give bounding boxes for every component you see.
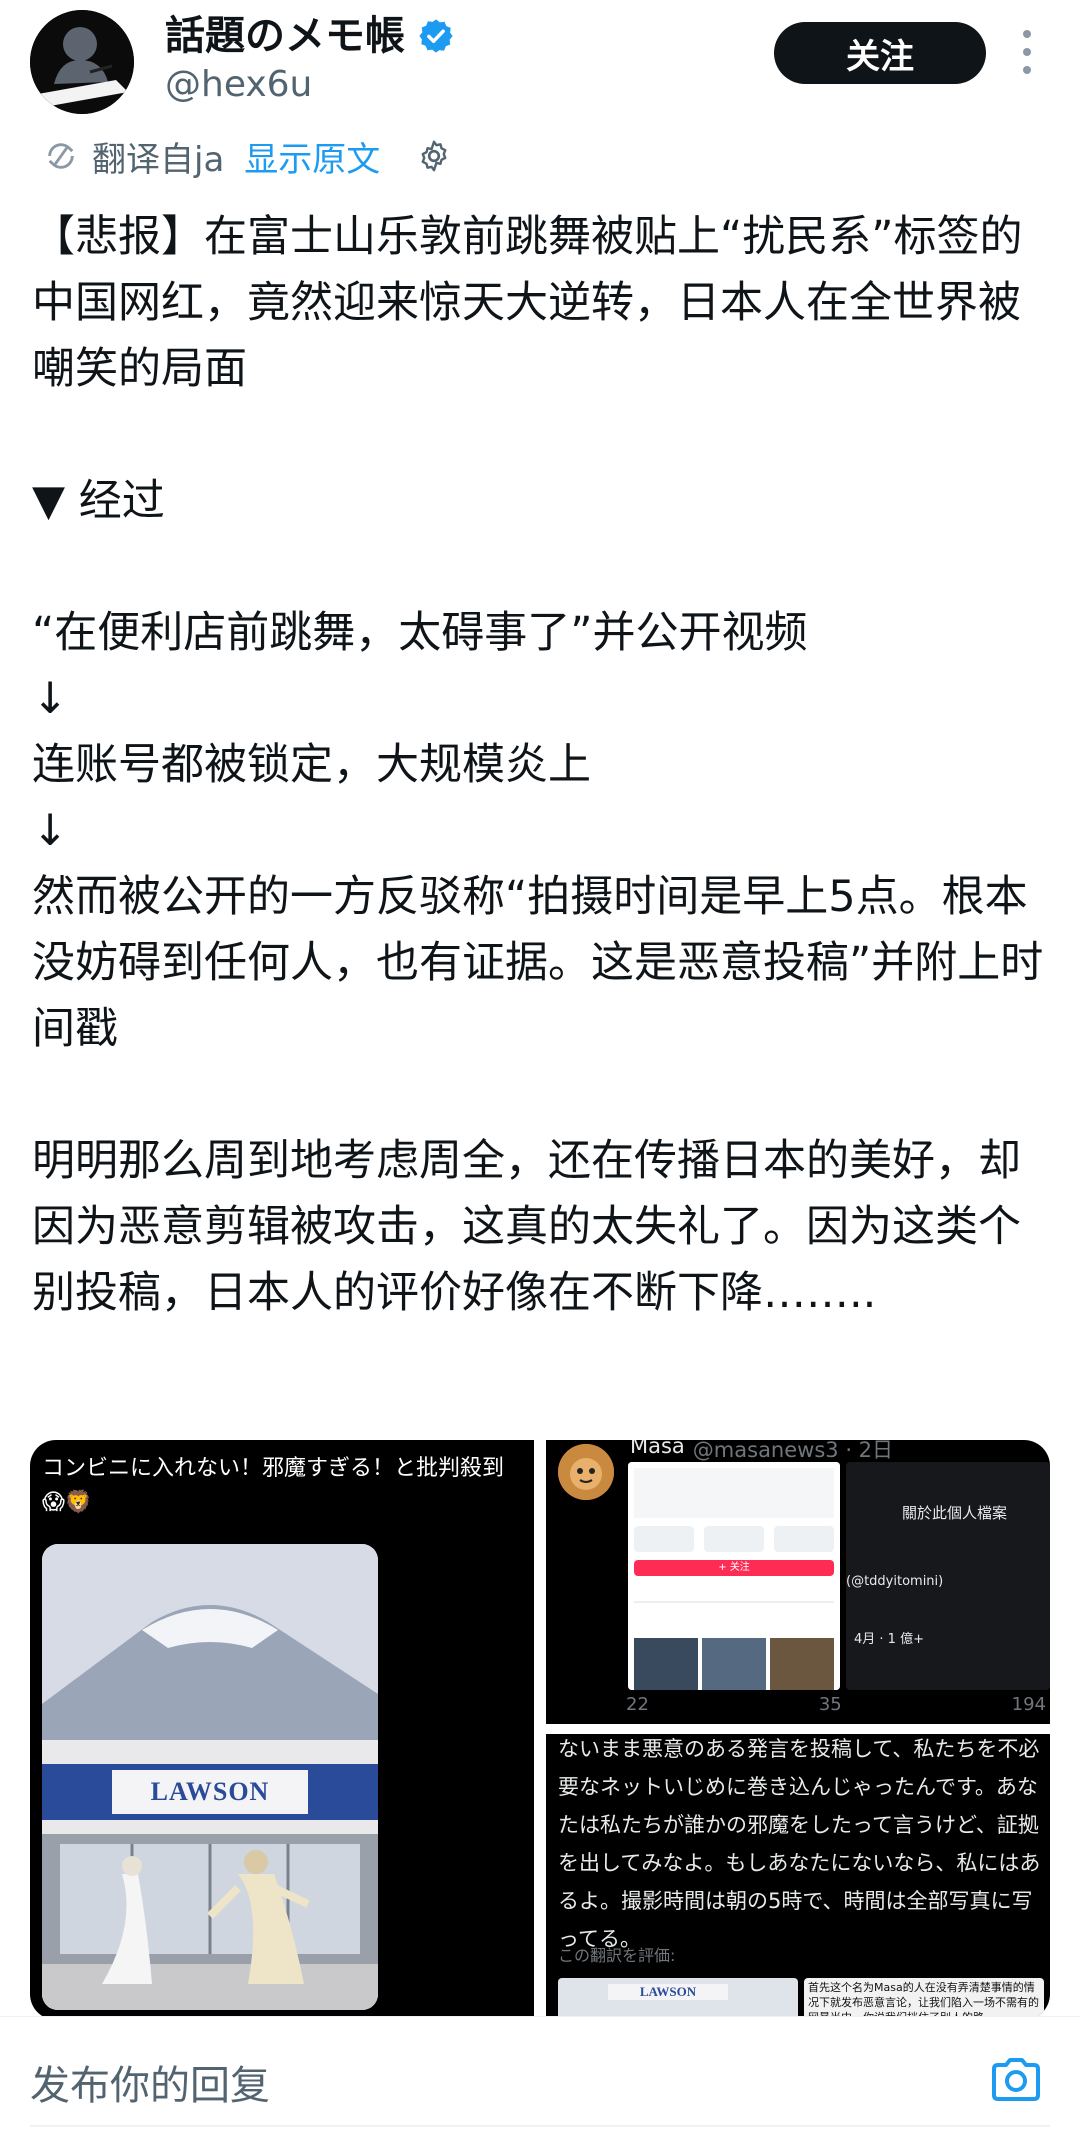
- like-count: 194: [1011, 1694, 1046, 1715]
- quoted-actions: 22 35 194: [626, 1694, 1046, 1715]
- mini-store-sign: LAWSON: [608, 1984, 728, 2000]
- media-grid: コンビニに入れない！邪魔すぎる！と批判殺到😱🦁 LAWSON Masa @mas…: [30, 1440, 1050, 2020]
- mini-lawson-thumb: LAWSON: [558, 1978, 798, 2020]
- show-original-link[interactable]: 显示原文: [244, 132, 380, 181]
- reply-count: 22: [626, 1694, 649, 1715]
- translated-reply-text: ないまま悪意のある発言を投稿して、私たちを不必要なネットいじめに巻き込んじゃった…: [558, 1737, 1041, 1951]
- reply-bar: 发布你的回复: [0, 2016, 1080, 2147]
- follow-button[interactable]: 关注: [774, 22, 986, 84]
- display-name-row: 話題のメモ帳: [165, 8, 455, 64]
- tweet-header: 話題のメモ帳 @hex6u 关注: [0, 0, 1080, 128]
- reply-underline: [30, 2125, 1050, 2127]
- media-image-right-top[interactable]: Masa @masanews3 · 2日 + 关注 關於此個人檔案 (@tddy…: [546, 1440, 1050, 1724]
- retweet-count: 35: [818, 1694, 842, 1715]
- about-profile-title: 關於此個人檔案: [902, 1504, 1008, 1522]
- profile-date-line: 4月 · 1 億+: [854, 1632, 924, 1647]
- display-name[interactable]: 話題のメモ帳: [165, 8, 405, 64]
- rate-translation-label: この翻訳を評価:: [558, 1946, 676, 1965]
- media-image-left[interactable]: コンビニに入れない！邪魔すぎる！と批判殺到😱🦁 LAWSON: [30, 1440, 534, 2020]
- translated-from-label: 翻译自ja: [92, 139, 225, 180]
- translate-icon: [48, 143, 74, 169]
- profile-handle-line: (@tddyitomini): [846, 1574, 944, 1589]
- quoted-name: Masa: [630, 1440, 685, 1458]
- quoted-handle: @masanews3 · 2日: [692, 1440, 894, 1462]
- gear-icon[interactable]: [416, 138, 452, 174]
- author-avatar[interactable]: [30, 10, 134, 114]
- author-handle[interactable]: @hex6u: [165, 60, 312, 110]
- about-profile-panel: 關於此個人檔案 (@tddyitomini) 4月 · 1 億+: [846, 1462, 1050, 1690]
- camera-icon[interactable]: [990, 2057, 1042, 2103]
- quoted-avatar: [558, 1444, 614, 1500]
- quoted-follow-chip: + 关注: [718, 1562, 750, 1573]
- tweet-body-text: 【悲报】在富士山乐敦前跳舞被贴上“扰民系”标签的中国网红，竟然迎来惊天大逆转，日…: [32, 212, 1044, 1318]
- quoted-author-row: Masa @masanews3 · 2日: [630, 1440, 893, 1464]
- profile-card-screenshot: + 关注: [628, 1462, 840, 1690]
- store-sign: LAWSON: [150, 1777, 270, 1806]
- more-options-icon[interactable]: [1012, 30, 1042, 74]
- translation-bar: 翻译自ja 显示原文: [44, 128, 452, 184]
- mini-chinese-text: 首先这个名为Masa的人在没有弄清楚事情的情况下就发布恶意言论，让我们陷入一场不…: [804, 1978, 1044, 2020]
- verified-badge-icon: [419, 19, 453, 53]
- lawson-photo: LAWSON: [42, 1544, 378, 2010]
- media-image-right-bottom[interactable]: ないまま悪意のある発言を投稿して、私たちを不必要なネットいじめに巻き込んじゃった…: [546, 1734, 1050, 2020]
- reply-input[interactable]: 发布你的回复: [30, 2053, 270, 2111]
- video-caption: コンビニに入れない！邪魔すぎる！と批判殺到😱🦁: [42, 1456, 505, 1515]
